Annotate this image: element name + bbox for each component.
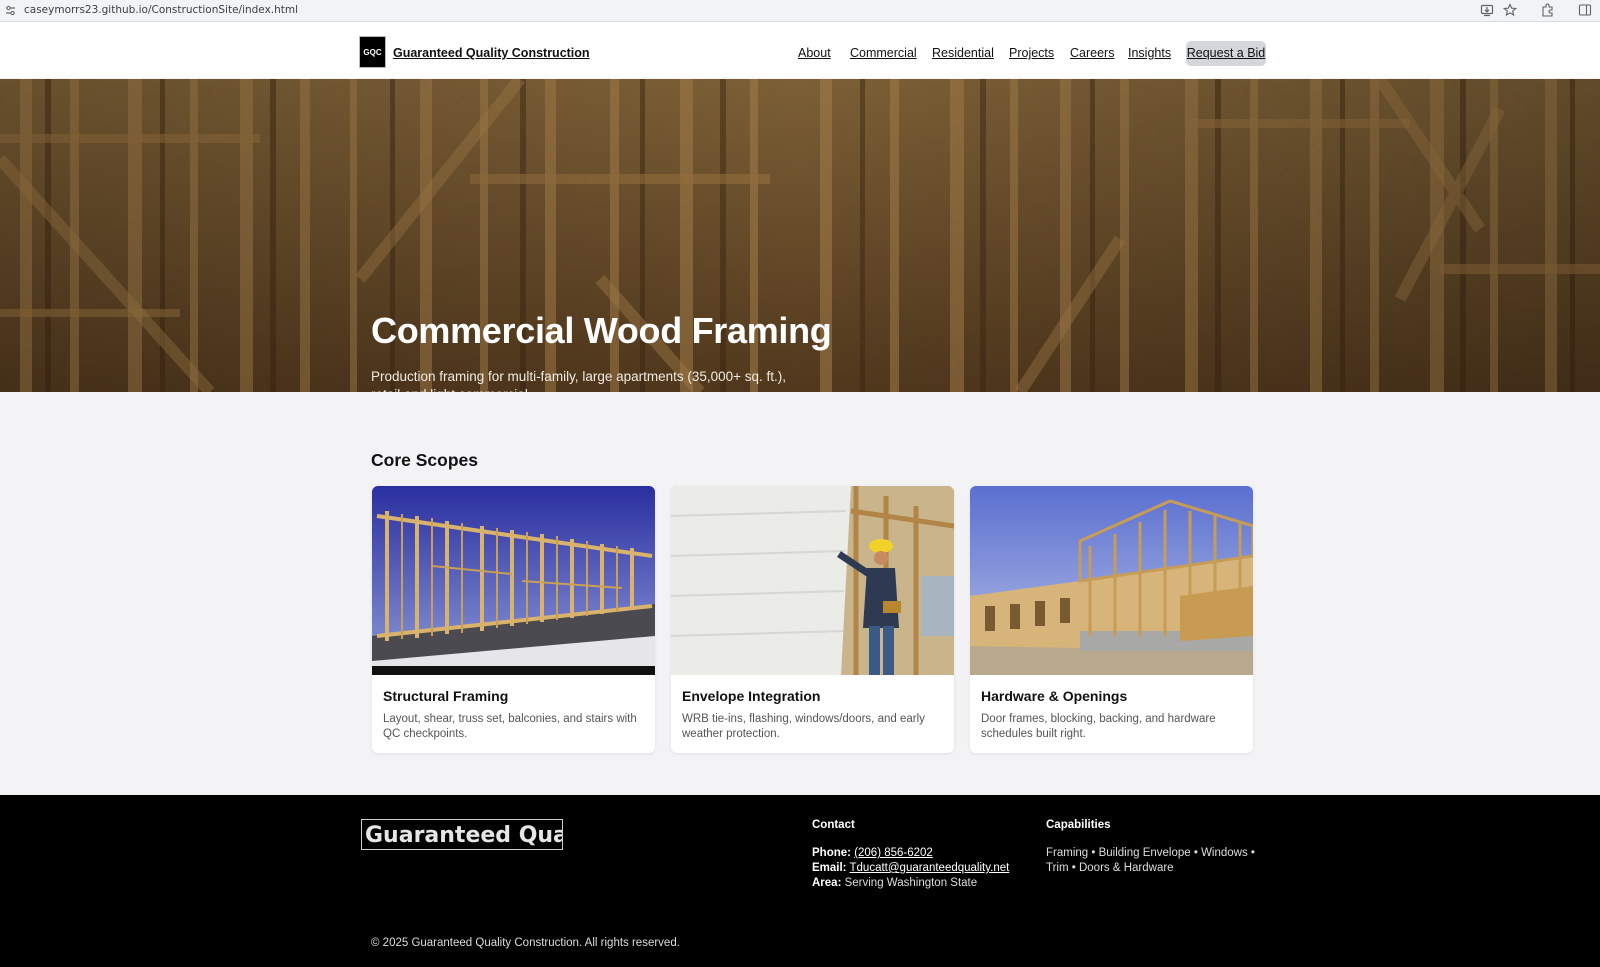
address-bar-url[interactable]: caseymorrs23.github.io/ConstructionSite/… bbox=[24, 3, 298, 17]
nav-projects[interactable]: Projects bbox=[1009, 46, 1054, 60]
footer-logo[interactable]: Guaranteed Qua bbox=[361, 819, 563, 850]
logo-mark[interactable]: GQC bbox=[360, 37, 385, 67]
scope-card-text: Door frames, blocking, backing, and hard… bbox=[981, 713, 1216, 740]
site-info-icon[interactable] bbox=[5, 5, 16, 16]
request-bid-button[interactable]: Request a Bid bbox=[1186, 41, 1266, 66]
footer-email-line: Email: Tducatt@guaranteedquality.net bbox=[812, 861, 1009, 876]
extensions-icon[interactable] bbox=[1540, 3, 1554, 17]
scope-card-title: Structural Framing bbox=[383, 688, 509, 704]
envelope-integration-image bbox=[671, 486, 954, 675]
hero-subtitle: Production framing for multi-family, lar… bbox=[371, 369, 787, 392]
hardware-openings-image bbox=[970, 486, 1253, 675]
core-scopes-heading: Core Scopes bbox=[371, 450, 478, 470]
hero-section: Commercial Wood Framing Production frami… bbox=[0, 79, 1600, 392]
nav-commercial[interactable]: Commercial bbox=[850, 46, 917, 60]
area-label: Area: bbox=[812, 877, 842, 889]
nav-residential[interactable]: Residential bbox=[932, 46, 994, 60]
site-footer bbox=[0, 795, 1600, 967]
footer-capabilities-heading: Capabilities bbox=[1046, 819, 1111, 831]
hero-title: Commercial Wood Framing bbox=[371, 310, 832, 351]
install-app-icon[interactable] bbox=[1480, 3, 1494, 17]
area-text: Serving Washington State bbox=[844, 877, 978, 889]
email-link[interactable]: Tducatt@guaranteedquality.net bbox=[850, 862, 1010, 874]
structural-framing-image bbox=[372, 486, 655, 675]
footer-capabilities-text: Framing • Building Envelope • Windows • … bbox=[1046, 847, 1255, 874]
scope-card-title: Hardware & Openings bbox=[981, 688, 1128, 704]
nav-careers[interactable]: Careers bbox=[1070, 46, 1114, 60]
scope-card-envelope-integration[interactable]: Envelope Integration WRB tie-ins, flashi… bbox=[671, 486, 954, 753]
phone-link[interactable]: (206) 856-6202 bbox=[854, 847, 933, 859]
browser-toolbar: caseymorrs23.github.io/ConstructionSite/… bbox=[0, 0, 1600, 22]
footer-area-line: Area: Serving Washington State bbox=[812, 876, 977, 891]
email-label: Email: bbox=[812, 862, 847, 874]
footer-copyright: © 2025 Guaranteed Quality Construction. … bbox=[371, 937, 680, 949]
bookmark-star-icon[interactable] bbox=[1503, 3, 1517, 17]
logo-mark-text: GQC bbox=[363, 47, 382, 57]
footer-phone-line: Phone: (206) 856-6202 bbox=[812, 846, 933, 861]
sidebar-icon[interactable] bbox=[1578, 3, 1592, 17]
scope-card-text: Layout, shear, truss set, balconies, and… bbox=[383, 713, 637, 740]
scope-card-hardware-openings[interactable]: Hardware & Openings Door frames, blockin… bbox=[970, 486, 1253, 753]
scope-card-structural-framing[interactable]: Structural Framing Layout, shear, truss … bbox=[372, 486, 655, 753]
scope-card-title: Envelope Integration bbox=[682, 688, 821, 704]
phone-label: Phone: bbox=[812, 847, 851, 859]
scope-card-text: WRB tie-ins, flashing, windows/doors, an… bbox=[682, 713, 925, 740]
nav-insights[interactable]: Insights bbox=[1128, 46, 1171, 60]
nav-about[interactable]: About bbox=[798, 46, 831, 60]
brand-link[interactable]: Guaranteed Quality Construction bbox=[393, 46, 590, 60]
footer-contact-heading: Contact bbox=[812, 819, 855, 831]
